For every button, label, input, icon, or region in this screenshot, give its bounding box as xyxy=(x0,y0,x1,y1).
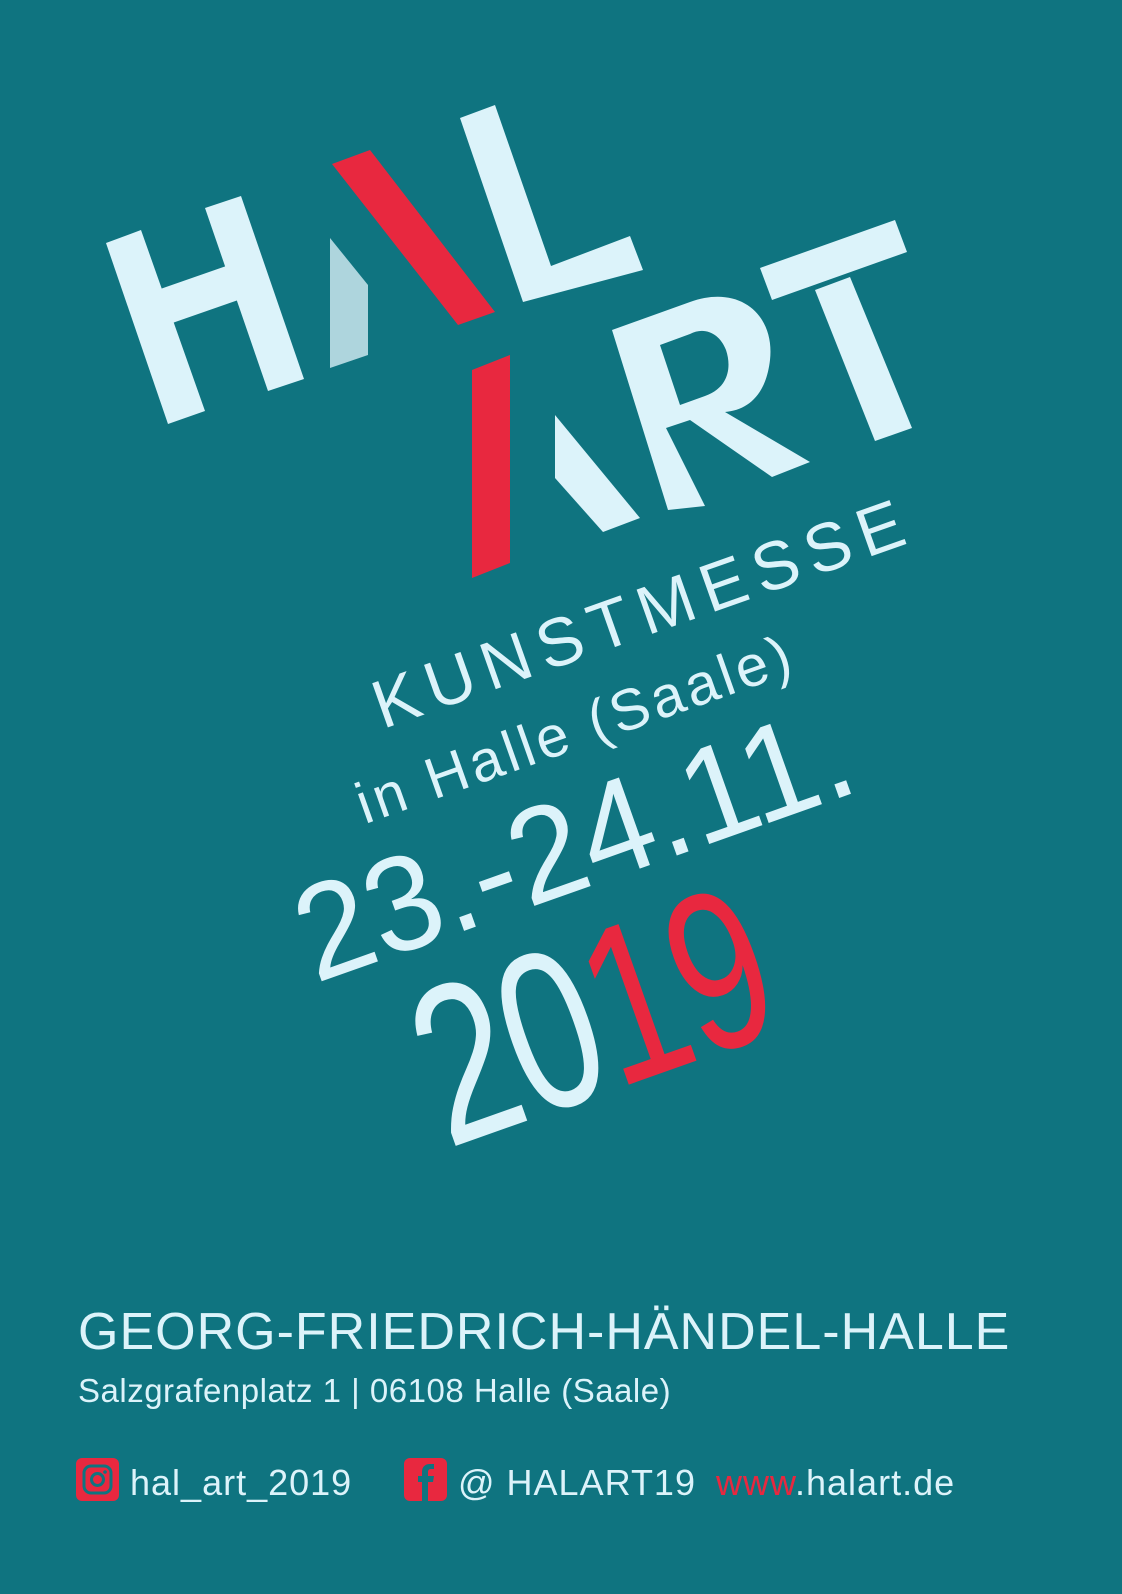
instagram-icon[interactable] xyxy=(76,1458,119,1501)
logo-r xyxy=(612,296,810,510)
facebook-icon[interactable] xyxy=(404,1458,447,1501)
social-links: hal_art_2019 @ HALART19 www.halart.de xyxy=(76,1458,1036,1504)
website-prefix: www xyxy=(716,1462,796,1503)
logo-a-lower-leg xyxy=(555,415,640,532)
hal-art-logo xyxy=(106,105,912,578)
logo-h-left-stem xyxy=(106,230,205,424)
logo-t-stem xyxy=(815,277,912,441)
website-link[interactable]: www.halart.de xyxy=(716,1462,955,1504)
facebook-handle[interactable]: @ HALART19 xyxy=(458,1462,696,1504)
logo-a-light-stroke xyxy=(330,238,368,368)
venue-name: GEORG-FRIEDRICH-HÄNDEL-HALLE xyxy=(78,1303,1011,1361)
instagram-handle[interactable]: hal_art_2019 xyxy=(130,1462,352,1504)
venue-address: Salzgrafenplatz 1 | 06108 Halle (Saale) xyxy=(78,1372,672,1409)
logo-red-stroke-bottom xyxy=(472,355,510,578)
website-domain: .halart.de xyxy=(795,1462,956,1503)
logo-l xyxy=(460,105,643,302)
logo-h-crossbar xyxy=(146,264,244,328)
